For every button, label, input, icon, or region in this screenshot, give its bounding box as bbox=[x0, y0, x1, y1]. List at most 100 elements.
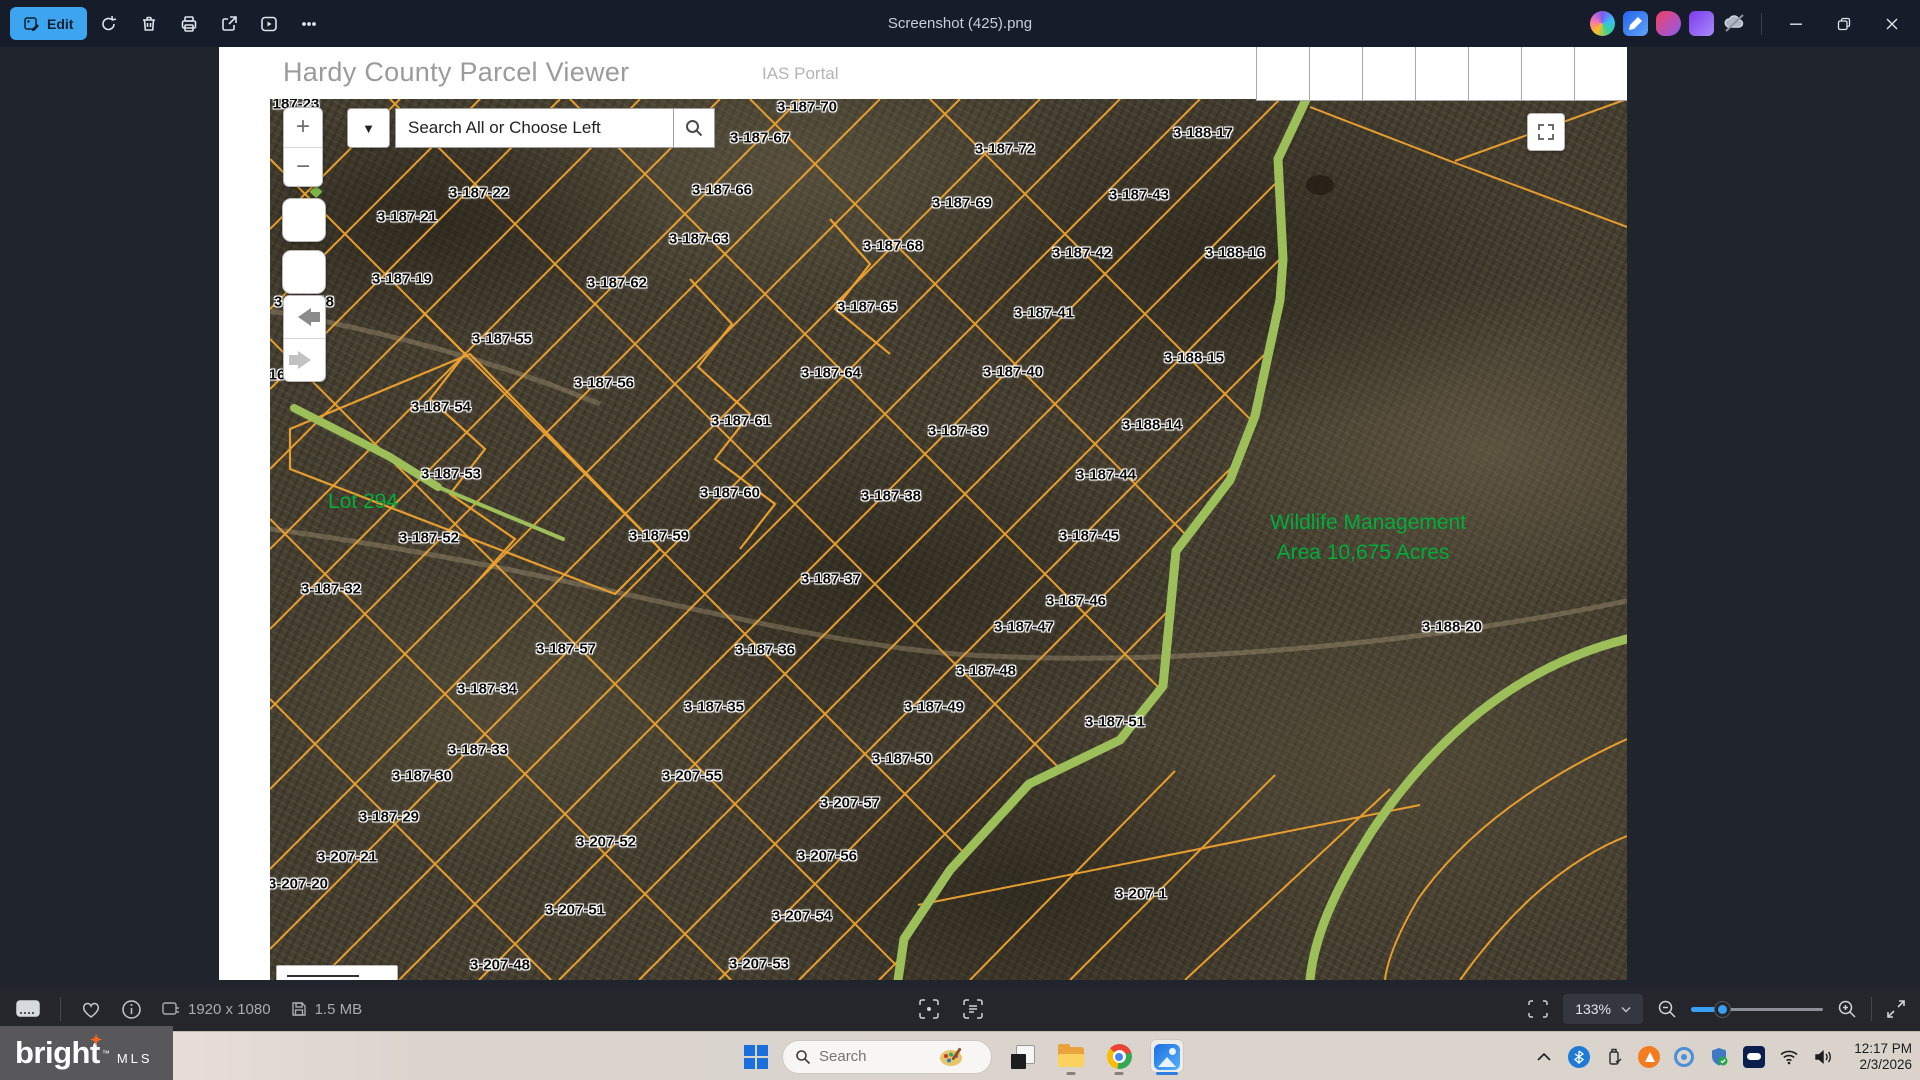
taskbar-item-photos[interactable] bbox=[1150, 1037, 1184, 1077]
file-size: 1.5 MB bbox=[291, 1001, 363, 1018]
search-input[interactable] bbox=[395, 108, 673, 148]
brightmls-watermark: bright✦ ™ MLS bbox=[0, 1026, 173, 1080]
map-annotation: Lot 294 bbox=[328, 490, 398, 514]
status-bar: 1920 x 1080 1.5 MB bbox=[0, 987, 1920, 1031]
parcel-viewer-title: Hardy County Parcel Viewer bbox=[283, 57, 629, 88]
taskbar-item-chrome[interactable] bbox=[1102, 1037, 1136, 1077]
text-actions-button[interactable] bbox=[962, 998, 984, 1020]
title-bar: Edit bbox=[0, 0, 1920, 47]
taskbar-search-input[interactable] bbox=[819, 1048, 929, 1065]
taskbar-clock[interactable]: 12:17 PM 2/3/2026 bbox=[1848, 1041, 1912, 1073]
statusbar-divider-2 bbox=[1871, 997, 1872, 1021]
watermark-tm: ™ bbox=[102, 1049, 110, 1058]
zoom-slider[interactable] bbox=[1691, 1002, 1823, 1016]
restore-button[interactable] bbox=[1824, 6, 1864, 42]
header-toolbar-cells bbox=[1256, 47, 1627, 101]
search-icon bbox=[684, 118, 704, 138]
visual-search-button[interactable] bbox=[918, 998, 940, 1020]
volume-tray-icon[interactable] bbox=[1813, 1046, 1835, 1068]
edit-button[interactable]: Edit bbox=[10, 7, 87, 40]
titlebar-right bbox=[1590, 0, 1912, 47]
statusbar-divider bbox=[60, 997, 61, 1021]
map-fullscreen-button[interactable] bbox=[1527, 113, 1565, 151]
print-button[interactable] bbox=[171, 6, 207, 42]
map-tool-button-1[interactable] bbox=[282, 198, 326, 242]
avast-tray-icon[interactable] bbox=[1638, 1046, 1660, 1068]
zoom-out-button[interactable] bbox=[1657, 999, 1677, 1019]
edit-button-label: Edit bbox=[47, 16, 73, 32]
dimensions-icon bbox=[162, 1001, 180, 1017]
designer-icon[interactable] bbox=[1656, 11, 1681, 36]
visual-search-icon bbox=[918, 998, 940, 1020]
close-button[interactable] bbox=[1872, 6, 1912, 42]
map-annotation: Wildlife Management bbox=[1270, 511, 1466, 535]
cloud-slash-icon bbox=[1722, 11, 1747, 36]
filesize-value: 1.5 MB bbox=[315, 1001, 363, 1018]
forward-arrow-icon bbox=[298, 351, 311, 369]
map-canvas[interactable]: 187-233-187-703-187-673-187-723-188-173-… bbox=[270, 99, 1627, 980]
map-search-bar: ▼ bbox=[347, 108, 715, 148]
titlebar-divider bbox=[1761, 13, 1762, 35]
filmstrip-icon bbox=[16, 1000, 40, 1018]
next-extent-button[interactable] bbox=[284, 339, 325, 381]
filmstrip-toggle-button[interactable] bbox=[16, 1000, 40, 1018]
slideshow-button[interactable] bbox=[251, 6, 287, 42]
minimize-button[interactable] bbox=[1776, 6, 1816, 42]
chrome-icon bbox=[1107, 1044, 1132, 1069]
start-button[interactable] bbox=[744, 1045, 768, 1069]
page-left-margin bbox=[219, 99, 270, 980]
delete-button[interactable] bbox=[131, 6, 167, 42]
fit-to-window-button[interactable] bbox=[1527, 999, 1549, 1019]
taskbar-center bbox=[744, 1032, 1184, 1080]
wifi-tray-icon[interactable] bbox=[1778, 1046, 1800, 1068]
ellipsis-icon bbox=[300, 15, 318, 33]
avast-icon bbox=[1638, 1046, 1660, 1068]
viewed-photo[interactable]: Hardy County Parcel Viewer IAS Portal bbox=[219, 47, 1627, 980]
dimensions-value: 1920 x 1080 bbox=[188, 1001, 271, 1018]
pencil-glyph-icon bbox=[1623, 11, 1648, 36]
speaker-icon bbox=[1814, 1049, 1834, 1065]
zoom-in-button[interactable] bbox=[1837, 999, 1857, 1019]
image-dimensions: 1920 x 1080 bbox=[162, 1001, 271, 1018]
taskbar-item-taskview[interactable] bbox=[1006, 1037, 1040, 1077]
text-actions-icon bbox=[962, 998, 984, 1020]
search-layer-dropdown[interactable]: ▼ bbox=[347, 108, 390, 148]
windows-security-tray-icon[interactable] bbox=[1708, 1046, 1730, 1068]
target-app-tray-icon[interactable] bbox=[1673, 1046, 1695, 1068]
zoom-in-button[interactable]: + bbox=[284, 108, 322, 148]
fullscreen-view-button[interactable] bbox=[1886, 999, 1906, 1019]
fullscreen-icon bbox=[1538, 124, 1554, 140]
share-button[interactable] bbox=[211, 6, 247, 42]
taskbar-search[interactable] bbox=[782, 1040, 992, 1074]
search-icon bbox=[795, 1049, 811, 1065]
taskbar: 12:17 PM 2/3/2026 bbox=[0, 1031, 1920, 1080]
taskbar-item-explorer[interactable] bbox=[1054, 1037, 1088, 1077]
teamviewer-tray-icon[interactable] bbox=[1743, 1046, 1765, 1068]
tray-overflow-button[interactable] bbox=[1533, 1046, 1555, 1068]
rotate-button[interactable] bbox=[91, 6, 127, 42]
zoom-slider-thumb[interactable] bbox=[1715, 1002, 1730, 1017]
bluetooth-tray-icon[interactable] bbox=[1568, 1046, 1590, 1068]
zoom-level-dropdown[interactable]: 133% bbox=[1563, 994, 1643, 1024]
clock-time: 12:17 PM bbox=[1854, 1041, 1912, 1057]
target-icon bbox=[1674, 1047, 1694, 1067]
running-indicator bbox=[1115, 1072, 1124, 1075]
rotate-icon bbox=[100, 15, 118, 33]
onedrive-paused-icon[interactable] bbox=[1722, 11, 1747, 36]
favorite-button[interactable] bbox=[81, 1000, 101, 1019]
watermark-org: MLS bbox=[117, 1051, 153, 1066]
more-options-button[interactable] bbox=[291, 6, 327, 42]
security-shield-icon bbox=[1709, 1047, 1729, 1067]
photos-app-icon bbox=[1154, 1044, 1180, 1070]
image-editor-icon[interactable] bbox=[1623, 11, 1648, 36]
usb-device-tray-icon[interactable] bbox=[1603, 1046, 1625, 1068]
copilot-icon[interactable] bbox=[1590, 11, 1615, 36]
search-highlight-palette-icon bbox=[937, 1045, 967, 1069]
previous-extent-button[interactable] bbox=[284, 296, 325, 339]
zoom-out-button[interactable]: − bbox=[284, 148, 322, 187]
search-go-button[interactable] bbox=[673, 108, 715, 148]
clipchamp-icon[interactable] bbox=[1689, 11, 1714, 36]
file-info-button[interactable] bbox=[121, 999, 142, 1020]
map-tool-button-2[interactable] bbox=[282, 250, 326, 294]
statusbar-left: 1920 x 1080 1.5 MB bbox=[0, 997, 362, 1021]
